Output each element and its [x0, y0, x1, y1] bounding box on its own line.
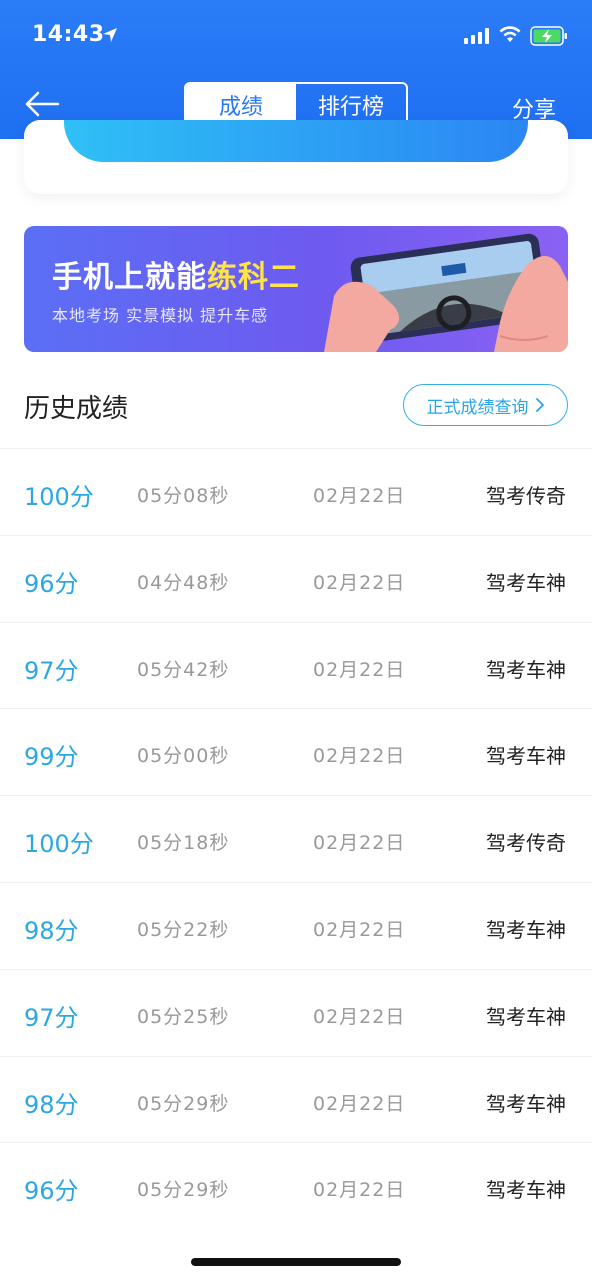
banner-title-prefix: 手机上就能: [52, 260, 207, 295]
row-duration: 05分42秒: [137, 658, 230, 681]
row-date: 02月22日: [313, 745, 406, 768]
row-date: 02月22日: [313, 485, 406, 507]
banner-title: 手机上就能练科二: [52, 252, 300, 296]
history-row[interactable]: 97分 05分25秒 02月22日 驾考车神: [0, 968, 592, 1056]
phone-in-hands-illustration: [324, 233, 568, 352]
row-date: 02月22日: [313, 658, 406, 681]
row-score: 100分: [24, 830, 94, 859]
history-row[interactable]: 98分 05分29秒 02月22日 驾考车神: [0, 1055, 592, 1143]
score-card: [24, 120, 568, 194]
banner-subtitle: 本地考场 实景模拟 提升车感: [52, 306, 269, 325]
promo-banner[interactable]: 手机上就能练科二 本地考场 实景模拟 提升车感: [24, 226, 568, 352]
row-duration: 05分08秒: [137, 485, 230, 507]
row-score: 100分: [24, 483, 94, 511]
row-duration: 04分48秒: [137, 571, 230, 594]
row-score: 98分: [24, 1090, 79, 1119]
row-title: 驾考车神: [486, 1091, 566, 1116]
cellular-signal-icon: [464, 28, 489, 44]
back-arrow-icon[interactable]: [24, 90, 60, 118]
row-duration: 05分22秒: [137, 918, 230, 941]
wifi-icon: [499, 26, 521, 42]
row-score: 99分: [24, 743, 79, 772]
history-row[interactable]: 99分 05分00秒 02月22日 驾考车神: [0, 708, 592, 795]
status-bar: 14:43: [0, 0, 592, 70]
row-score: 97分: [24, 1003, 79, 1032]
row-duration: 05分00秒: [137, 745, 230, 768]
row-date: 02月22日: [313, 1092, 406, 1115]
history-list: 100分 05分08秒 02月22日 驾考传奇 96分 04分48秒 02月22…: [0, 448, 592, 1229]
official-score-query-label: 正式成绩查询: [426, 397, 529, 418]
row-title: 驾考车神: [486, 744, 566, 769]
row-duration: 05分29秒: [137, 1179, 230, 1202]
location-arrow-icon: [103, 28, 117, 42]
row-date: 02月22日: [313, 571, 406, 594]
chevron-right-icon: [535, 398, 544, 412]
row-date: 02月22日: [313, 1005, 406, 1028]
history-row[interactable]: 96分 04分48秒 02月22日 驾考车神: [0, 534, 592, 622]
home-indicator: [191, 1258, 401, 1266]
row-duration: 05分25秒: [137, 1005, 230, 1028]
row-title: 驾考车神: [486, 1178, 566, 1203]
app-header: 14:43 成绩 排行榜 分享: [0, 0, 592, 139]
score-card-band: [64, 120, 528, 162]
row-score: 96分: [24, 1177, 79, 1206]
banner-title-highlight: 练科二: [207, 260, 300, 295]
row-date: 02月22日: [313, 832, 406, 855]
row-score: 98分: [24, 916, 79, 945]
row-title: 驾考传奇: [486, 484, 566, 508]
row-date: 02月22日: [313, 918, 406, 941]
row-title: 驾考车神: [486, 1004, 566, 1029]
row-score: 97分: [24, 656, 79, 685]
row-title: 驾考车神: [486, 917, 566, 942]
history-title: 历史成绩: [24, 394, 129, 424]
history-row[interactable]: 98分 05分22秒 02月22日 驾考车神: [0, 881, 592, 969]
history-row[interactable]: 100分 05分18秒 02月22日 驾考传奇: [0, 795, 592, 882]
history-row[interactable]: 96分 05分29秒 02月22日 驾考车神: [0, 1142, 592, 1229]
row-duration: 05分18秒: [137, 832, 230, 855]
battery-charging-icon: [530, 26, 567, 46]
row-title: 驾考传奇: [486, 831, 566, 856]
history-row[interactable]: 97分 05分42秒 02月22日 驾考车神: [0, 621, 592, 709]
official-score-query-button[interactable]: 正式成绩查询: [403, 384, 568, 426]
row-date: 02月22日: [313, 1179, 406, 1202]
row-title: 驾考车神: [486, 657, 566, 682]
history-row[interactable]: 100分 05分08秒 02月22日 驾考传奇: [0, 448, 592, 535]
row-duration: 05分29秒: [137, 1092, 230, 1115]
row-title: 驾考车神: [486, 570, 566, 595]
row-score: 96分: [24, 569, 79, 598]
status-time: 14:43: [32, 22, 105, 47]
